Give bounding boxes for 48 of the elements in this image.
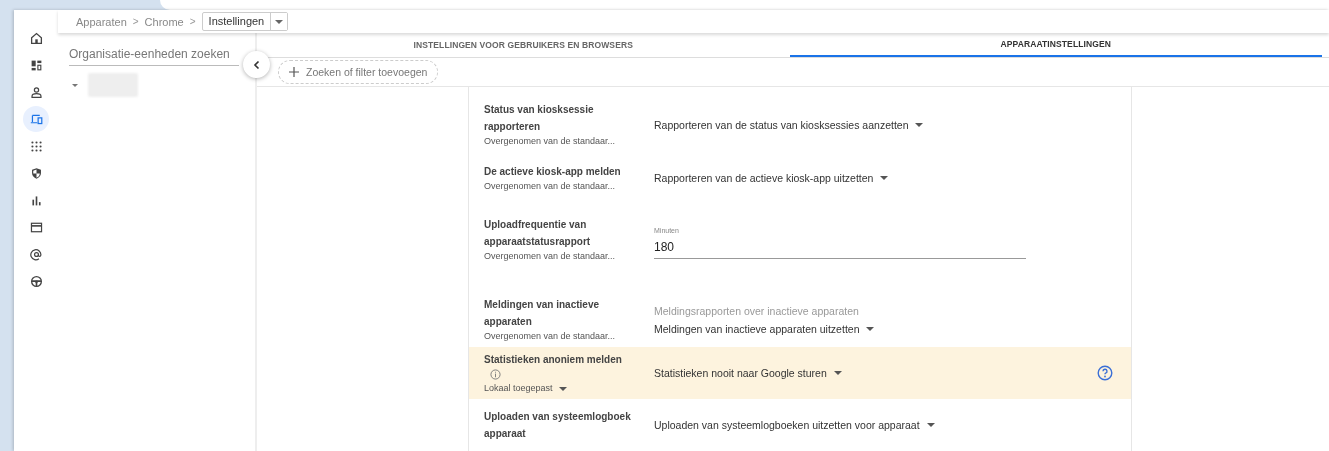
inheritance-note: Overgenomen van de standaar... xyxy=(484,330,616,343)
caret-icon xyxy=(833,371,842,375)
breadcrumb-link[interactable]: Apparaten xyxy=(76,15,127,28)
setting-title: Uploaden van systeemlogboek apparaat xyxy=(484,410,632,441)
setting-title: De actieve kiosk-app melden xyxy=(484,165,621,179)
caret-icon xyxy=(915,122,924,127)
tab[interactable]: APPARAATINSTELLINGEN xyxy=(789,33,1322,57)
credit-card-icon[interactable] xyxy=(29,220,43,234)
help-icon[interactable] xyxy=(1097,365,1113,381)
setting-dropdown[interactable]: Rapporteren van de actieve kiosk-app uitzetten xyxy=(654,172,889,184)
setting-dropdown[interactable]: Meldingen van inactieve apparaten uitzetten xyxy=(654,322,875,335)
steering-wheel-icon[interactable] xyxy=(29,274,43,288)
breadcrumb-link[interactable]: Chrome xyxy=(144,15,184,28)
person-icon[interactable] xyxy=(29,85,43,99)
setting-title: Statistieken anoniem melden xyxy=(484,353,622,367)
inheritance-note: Overgenomen van de standaar... xyxy=(484,180,616,193)
setting-title: Uploadfrequentie van apparaatstatusrapport xyxy=(484,217,592,249)
breadcrumb-separator: > xyxy=(132,16,139,27)
caret-icon xyxy=(866,326,875,331)
caret-icon xyxy=(880,176,889,180)
minutes-field[interactable]: 180 xyxy=(654,234,1026,259)
caret-icon xyxy=(275,19,284,24)
info-icon[interactable] xyxy=(490,369,501,380)
plus-icon xyxy=(289,66,299,77)
setting-title: Meldingen van inactieve apparaten xyxy=(484,298,601,329)
at-sign-icon[interactable] xyxy=(29,247,43,261)
home-icon[interactable] xyxy=(29,31,43,45)
setting-title: Status van kiosksessie rapporteren xyxy=(484,103,595,134)
bar-chart-icon[interactable] xyxy=(29,193,43,207)
breadcrumb-separator: > xyxy=(189,16,196,27)
dashboard-icon[interactable] xyxy=(29,58,43,72)
caret-icon xyxy=(926,423,935,427)
setting-dropdown[interactable]: Rapporteren van de status van kiosksessies aanzetten xyxy=(654,118,924,131)
collapse-button[interactable] xyxy=(243,51,270,78)
apps-grid-icon[interactable] xyxy=(29,139,43,153)
caret-icon[interactable] xyxy=(558,386,567,391)
inheritance-note: Overgenomen van de standaar... xyxy=(484,135,616,148)
setting-dropdown[interactable]: Statistieken nooit naar Google sturen xyxy=(654,367,842,379)
chevron-left-icon xyxy=(251,59,262,70)
caret-icon[interactable] xyxy=(72,83,78,87)
devices-icon[interactable] xyxy=(29,112,43,126)
inheritance-note: Lokaal toegepast xyxy=(484,382,553,395)
shield-icon[interactable] xyxy=(29,166,43,180)
tab[interactable]: INSTELLINGEN VOOR GEBRUIKERS EN BROWSERS xyxy=(257,33,790,57)
setting-dropdown[interactable]: Uploaden van systeemlogboeken uitzetten voor apparaat xyxy=(654,419,935,431)
setting-caption: Meldingsrapporten over inactieve apparaten xyxy=(654,304,859,317)
inheritance-note: Overgenomen van de standaar... xyxy=(484,249,616,263)
filter-chip[interactable]: Zoeken of filter toevoegen xyxy=(278,59,439,84)
